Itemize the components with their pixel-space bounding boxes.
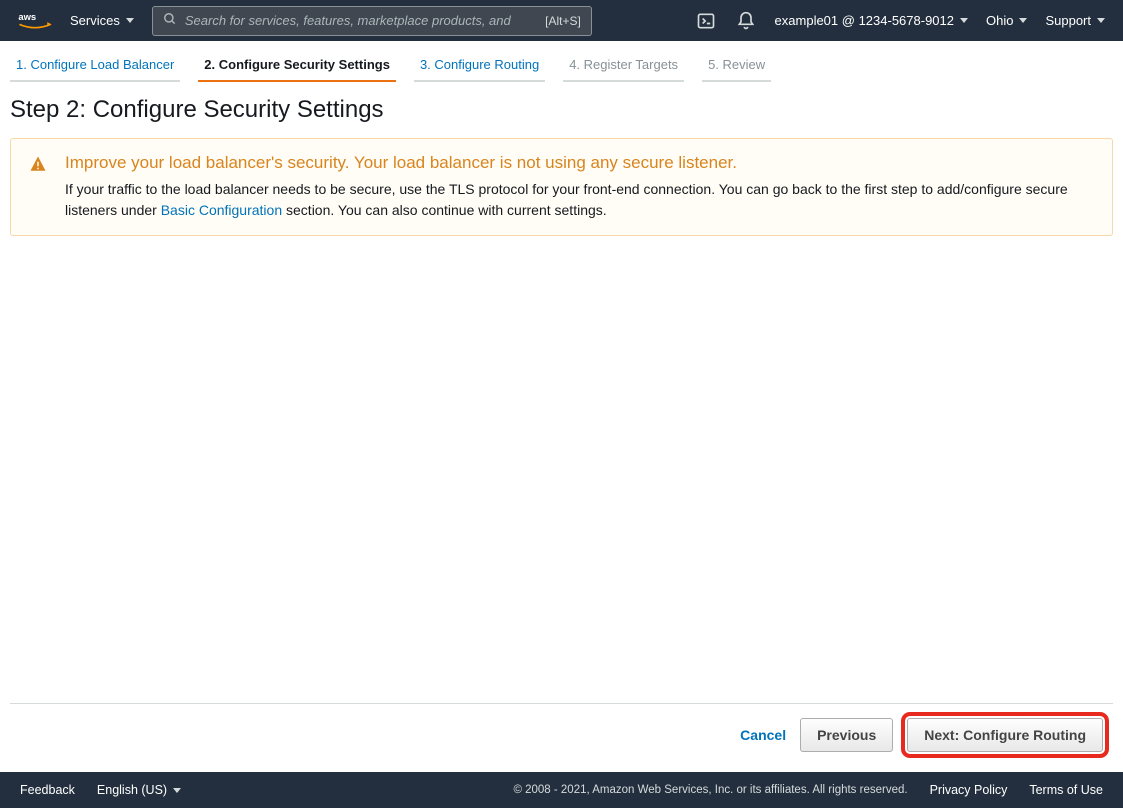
- wizard-actions: Cancel Previous Next: Configure Routing: [10, 703, 1113, 772]
- caret-down-icon: [126, 18, 134, 23]
- aws-footer: Feedback English (US) © 2008 - 2021, Ama…: [0, 772, 1123, 808]
- terms-link[interactable]: Terms of Use: [1029, 783, 1103, 797]
- caret-down-icon: [173, 788, 181, 793]
- svg-text:aws: aws: [18, 11, 36, 22]
- page-title: Step 2: Configure Security Settings: [10, 96, 1113, 124]
- alert-title: Improve your load balancer's security. Y…: [65, 153, 1094, 173]
- page-body: Step 2: Configure Security Settings Impr…: [0, 82, 1123, 772]
- copyright-text: © 2008 - 2021, Amazon Web Services, Inc.…: [513, 784, 907, 796]
- services-label: Services: [70, 13, 120, 28]
- notifications-icon[interactable]: [735, 10, 757, 32]
- aws-logo[interactable]: aws: [18, 11, 52, 31]
- wizard-steps: 1. Configure Load Balancer 2. Configure …: [0, 41, 1123, 82]
- cloudshell-icon[interactable]: [695, 10, 717, 32]
- account-menu[interactable]: example01 @ 1234-5678-9012: [775, 13, 968, 28]
- actions-container: Cancel Previous Next: Configure Routing: [10, 703, 1113, 772]
- alert-text-after: section. You can also continue with curr…: [286, 202, 607, 218]
- support-label: Support: [1045, 13, 1091, 28]
- language-selector[interactable]: English (US): [97, 783, 181, 797]
- basic-configuration-link[interactable]: Basic Configuration: [161, 202, 282, 218]
- aws-top-nav: aws Services [Alt+S] example01 @ 1234-56…: [0, 0, 1123, 41]
- wizard-step-2[interactable]: 2. Configure Security Settings: [198, 51, 396, 82]
- wizard-step-4: 4. Register Targets: [563, 51, 684, 82]
- feedback-link[interactable]: Feedback: [20, 783, 75, 797]
- services-menu[interactable]: Services: [70, 13, 134, 28]
- next-button[interactable]: Next: Configure Routing: [907, 718, 1103, 752]
- alert-body: Improve your load balancer's security. Y…: [65, 153, 1094, 221]
- account-label: example01 @ 1234-5678-9012: [775, 13, 954, 28]
- caret-down-icon: [1019, 18, 1027, 23]
- region-label: Ohio: [986, 13, 1013, 28]
- language-label: English (US): [97, 783, 167, 797]
- security-warning-alert: Improve your load balancer's security. Y…: [10, 138, 1113, 236]
- wizard-step-3[interactable]: 3. Configure Routing: [414, 51, 545, 82]
- caret-down-icon: [1097, 18, 1105, 23]
- search-input[interactable]: [185, 13, 537, 28]
- privacy-link[interactable]: Privacy Policy: [930, 783, 1008, 797]
- cancel-button[interactable]: Cancel: [740, 727, 786, 743]
- previous-button[interactable]: Previous: [800, 718, 893, 752]
- global-search[interactable]: [Alt+S]: [152, 6, 592, 36]
- wizard-step-1[interactable]: 1. Configure Load Balancer: [10, 51, 180, 82]
- warning-icon: [29, 153, 47, 221]
- search-icon: [163, 12, 177, 29]
- wizard-step-5: 5. Review: [702, 51, 771, 82]
- region-menu[interactable]: Ohio: [986, 13, 1027, 28]
- search-hotkey-hint: [Alt+S]: [545, 14, 581, 28]
- caret-down-icon: [960, 18, 968, 23]
- alert-text: If your traffic to the load balancer nee…: [65, 179, 1094, 221]
- support-menu[interactable]: Support: [1045, 13, 1105, 28]
